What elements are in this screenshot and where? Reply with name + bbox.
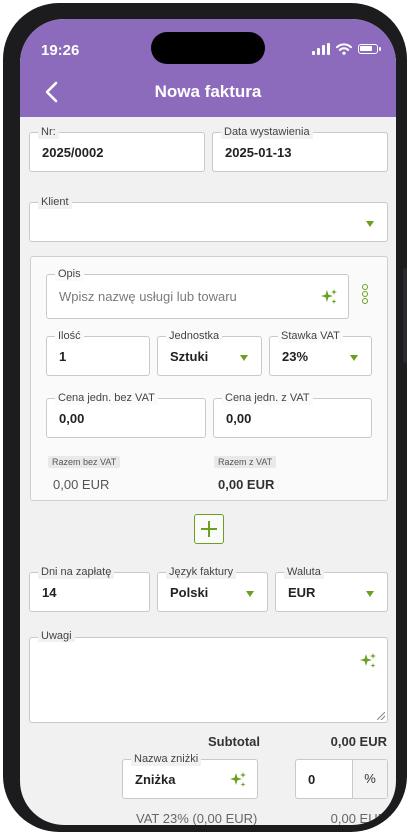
invoice-number-field[interactable]: Nr: 2025/0002 xyxy=(29,125,205,172)
unit-select[interactable]: Jednostka Sztuki xyxy=(157,329,262,376)
sparkle-icon[interactable] xyxy=(229,771,247,789)
add-item-button[interactable] xyxy=(194,514,224,544)
phone-frame: 19:26 Nowa faktura Nr: 2025/0002 Data wy… xyxy=(3,3,407,832)
unit-label: Jednostka xyxy=(166,329,223,343)
description-label: Opis xyxy=(55,267,84,281)
app-screen: 19:26 Nowa faktura Nr: 2025/0002 Data wy… xyxy=(20,19,396,825)
total-net-value: 0,00 EUR xyxy=(53,477,110,492)
vat-line-value: 0,00 EUR xyxy=(330,811,387,825)
language-label: Język faktury xyxy=(166,565,237,579)
gross-price-label: Cena jedn. z VAT xyxy=(222,391,313,405)
line-item-card: Opis Wpisz nazwę usługi lub towaru Ilość… xyxy=(30,256,388,501)
sparkle-icon[interactable] xyxy=(320,288,338,306)
language-select[interactable]: Język faktury Polski xyxy=(157,565,268,612)
discount-name-field[interactable]: Nazwa zniżki Zniżka xyxy=(122,752,258,799)
issue-date-value: 2025-01-13 xyxy=(225,145,292,160)
issue-date-field[interactable]: Data wystawienia 2025-01-13 xyxy=(212,125,388,172)
chevron-down-icon xyxy=(246,591,254,597)
issue-date-label: Data wystawienia xyxy=(221,125,313,139)
currency-value: EUR xyxy=(288,585,316,600)
net-price-label: Cena jedn. bez VAT xyxy=(55,391,158,405)
signal-icon xyxy=(312,43,330,55)
notes-textarea[interactable]: Uwagi xyxy=(29,630,388,723)
quantity-label: Ilość xyxy=(55,329,84,343)
wifi-icon xyxy=(336,43,352,55)
gross-price-value: 0,00 xyxy=(226,411,252,426)
client-select[interactable]: Klient xyxy=(29,195,388,242)
subtotal-label: Subtotal xyxy=(208,734,260,749)
vat-rate-select[interactable]: Stawka VAT 23% xyxy=(269,329,372,376)
unit-value: Sztuki xyxy=(170,349,209,364)
payment-days-field[interactable]: Dni na zapłatę 14 xyxy=(29,565,150,612)
quantity-field[interactable]: Ilość 1 xyxy=(46,329,150,376)
more-vertical-icon[interactable] xyxy=(362,284,370,306)
description-field[interactable]: Opis Wpisz nazwę usługi lub towaru xyxy=(46,267,349,319)
chevron-down-icon xyxy=(350,355,358,361)
subtotal-value: 0,00 EUR xyxy=(330,734,387,749)
vat-rate-label: Stawka VAT xyxy=(278,329,343,343)
vat-rate-value: 23% xyxy=(282,349,309,364)
invoice-number-value: 2025/0002 xyxy=(42,145,104,160)
page-title: Nowa faktura xyxy=(154,82,262,101)
app-header: 19:26 Nowa faktura xyxy=(20,19,396,117)
battery-icon xyxy=(358,44,381,54)
gross-price-field[interactable]: Cena jedn. z VAT 0,00 xyxy=(213,391,372,438)
net-price-field[interactable]: Cena jedn. bez VAT 0,00 xyxy=(46,391,206,438)
sparkle-icon[interactable] xyxy=(359,652,377,670)
status-icons xyxy=(312,43,381,55)
invoice-number-label: Nr: xyxy=(38,125,59,139)
currency-label: Waluta xyxy=(284,565,324,579)
total-gross-label: Razem z VAT xyxy=(214,456,277,468)
payment-days-label: Dni na zapłatę xyxy=(38,565,115,579)
net-price-value: 0,00 xyxy=(59,411,85,426)
total-gross-value: 0,00 EUR xyxy=(218,477,275,492)
discount-value: 0 xyxy=(308,772,316,787)
discount-name-label: Nazwa zniżki xyxy=(131,752,202,766)
resize-handle[interactable] xyxy=(377,712,385,720)
chevron-down-icon xyxy=(366,221,374,227)
total-net-label: Razem bez VAT xyxy=(48,456,121,468)
currency-select[interactable]: Waluta EUR xyxy=(275,565,388,612)
status-time: 19:26 xyxy=(41,42,80,59)
discount-unit: % xyxy=(352,760,387,798)
discount-value-field[interactable]: 0 % xyxy=(295,759,388,799)
chevron-down-icon xyxy=(240,355,248,361)
notes-label: Uwagi xyxy=(38,630,75,642)
vat-line-label: VAT 23% (0,00 EUR) xyxy=(136,811,258,825)
client-label: Klient xyxy=(38,195,72,209)
discount-name-value: Zniżka xyxy=(135,772,176,787)
description-placeholder: Wpisz nazwę usługi lub towaru xyxy=(59,289,237,304)
language-value: Polski xyxy=(170,585,209,600)
chevron-down-icon xyxy=(366,591,374,597)
phone-side-button xyxy=(403,268,407,363)
dynamic-island xyxy=(151,32,265,64)
payment-days-value: 14 xyxy=(42,585,57,600)
quantity-value: 1 xyxy=(59,349,67,364)
